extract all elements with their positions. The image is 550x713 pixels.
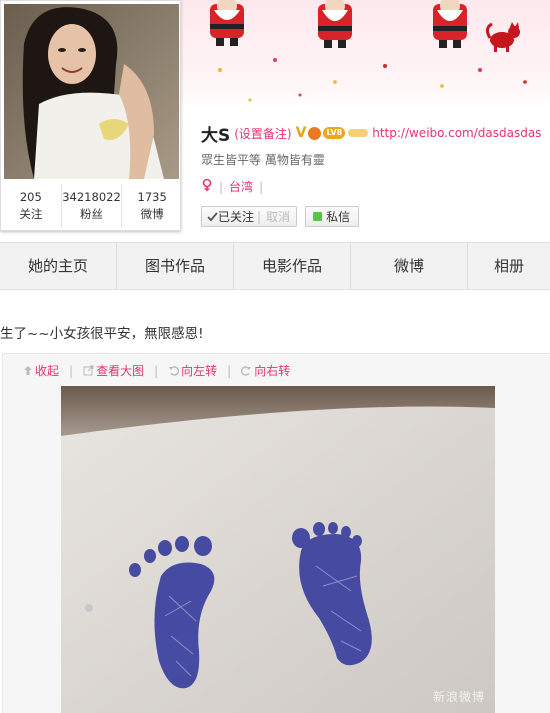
level-badge-icon[interactable]: LV8 — [323, 127, 346, 139]
tab-home[interactable]: 她的主页 — [0, 243, 117, 289]
collapse-button[interactable]: 收起 — [23, 362, 59, 379]
location-link[interactable]: 台湾 — [229, 178, 253, 195]
separator: | — [154, 363, 159, 378]
tab-weibo[interactable]: 微博 — [351, 243, 468, 289]
avatar-card: 205 关注 34218022 粉丝 1735 微博 — [0, 0, 181, 231]
external-link-icon — [83, 365, 94, 376]
collapse-label: 收起 — [35, 364, 60, 378]
member-icon[interactable] — [308, 126, 322, 140]
image-watermark: 新浪微博 — [432, 690, 485, 704]
set-remark-link[interactable]: (设置备注) — [234, 125, 291, 142]
separator: | — [219, 179, 224, 194]
rotate-right-button[interactable]: 向右转 — [241, 362, 290, 379]
stat-fans[interactable]: 34218022 粉丝 — [62, 184, 123, 228]
stat-following-count: 205 — [19, 190, 42, 204]
post-media: 收起 | 查看大图 | 向左转 | 向右转 新浪微博 — [2, 353, 550, 713]
profile-name: 大S — [201, 125, 231, 146]
private-message-button[interactable]: 私信 — [305, 206, 360, 227]
stat-fans-count: 34218022 — [62, 190, 121, 204]
location-row: | 台湾 | — [201, 178, 269, 195]
profile-header: 205 关注 34218022 粉丝 1735 微博 大S (设置备注) V L… — [0, 0, 550, 242]
post-photo[interactable]: 新浪微博 — [61, 386, 495, 713]
profile-cover-banner — [180, 0, 550, 110]
rotate-left-label: 向左转 — [181, 364, 218, 378]
avatar-photo — [4, 4, 179, 179]
check-icon — [207, 211, 218, 221]
profile-stats: 205 关注 34218022 粉丝 1735 微博 — [1, 184, 182, 228]
female-gender-icon — [201, 178, 213, 195]
profile-name-row: 大S (设置备注) V LV8 http://weibo.com/dasdasd… — [201, 122, 541, 146]
separator: | — [69, 363, 74, 378]
private-message-label: 私信 — [326, 210, 351, 224]
rotate-right-icon — [241, 366, 252, 376]
rotate-right-label: 向右转 — [254, 364, 291, 378]
stat-weibo[interactable]: 1735 微博 — [122, 184, 182, 228]
avatar[interactable] — [4, 4, 179, 179]
tab-books[interactable]: 图书作品 — [117, 243, 234, 289]
view-large-button[interactable]: 查看大图 — [83, 362, 144, 379]
media-toolbar: 收起 | 查看大图 | 向左转 | 向右转 — [23, 362, 290, 379]
separator: | — [257, 209, 262, 224]
unfollow-button[interactable]: 取消 — [266, 208, 290, 225]
follow-status-group: 已关注 | 取消 — [201, 206, 298, 227]
baby-footprints-image — [61, 386, 495, 713]
stat-following[interactable]: 205 关注 — [1, 184, 62, 228]
verified-v-icon[interactable]: V — [296, 125, 307, 141]
tab-albums[interactable]: 相册 — [468, 243, 550, 289]
stat-weibo-count: 1735 — [137, 190, 167, 204]
tab-movies[interactable]: 电影作品 — [234, 243, 351, 289]
profile-motto: 眾生皆平等 萬物皆有靈 — [201, 153, 325, 167]
message-icon — [313, 212, 323, 221]
separator: | — [227, 363, 232, 378]
rotate-left-icon — [169, 366, 180, 376]
christmas-banner-art — [210, 0, 527, 102]
level-progress-icon — [348, 129, 369, 137]
followed-button[interactable]: 已关注 — [207, 208, 254, 225]
arrow-up-icon — [24, 366, 32, 375]
profile-tabs: 她的主页 图书作品 电影作品 微博 相册 — [0, 242, 550, 290]
profile-actions: 已关注 | 取消 私信 — [201, 206, 360, 227]
followed-label: 已关注 — [218, 210, 255, 224]
view-large-label: 查看大图 — [96, 364, 145, 378]
post-text: 生了~~小女孩很平安，無限感恩! — [0, 326, 204, 342]
rotate-left-button[interactable]: 向左转 — [168, 362, 217, 379]
stat-fans-label: 粉丝 — [80, 207, 103, 221]
stat-weibo-label: 微博 — [140, 207, 164, 221]
separator: | — [259, 179, 264, 194]
homepage-link[interactable]: http://weibo.com/dasdasdas — [372, 126, 541, 140]
stat-following-label: 关注 — [19, 207, 43, 221]
